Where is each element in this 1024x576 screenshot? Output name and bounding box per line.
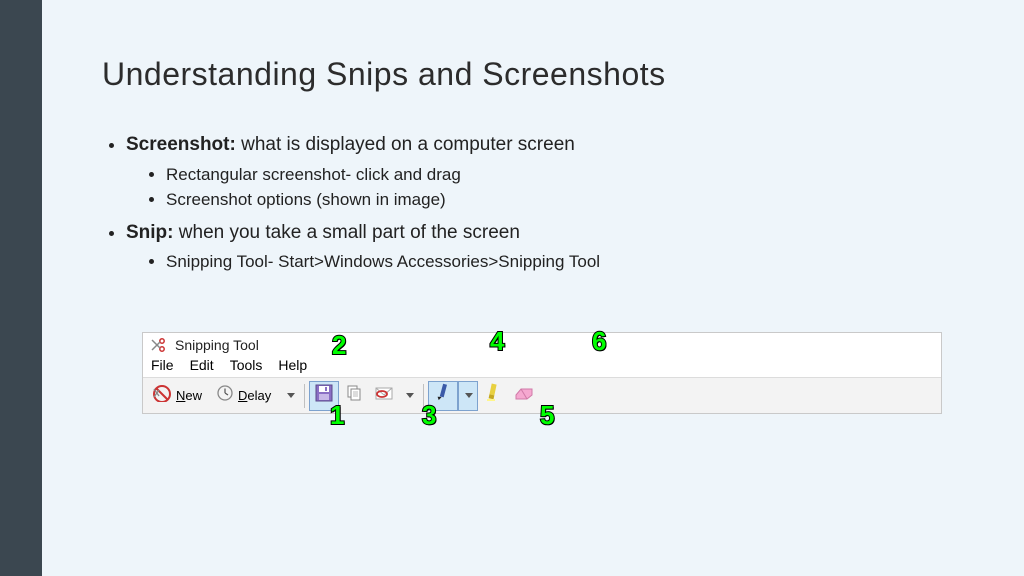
menu-file[interactable]: File <box>151 357 174 373</box>
eraser-icon <box>513 385 535 406</box>
bullet-screenshot: Screenshot: what is displayed on a compu… <box>126 131 964 213</box>
delay-dropdown[interactable] <box>280 381 300 411</box>
toolbar: New Delay <box>143 377 941 413</box>
slide-title: Understanding Snips and Screenshots <box>102 56 964 93</box>
window-titlebar: Snipping Tool <box>143 333 941 355</box>
highlighter-button[interactable] <box>478 381 508 411</box>
send-button[interactable] <box>369 381 399 411</box>
sub-list-screenshot: Rectangular screenshot- click and drag S… <box>126 162 964 213</box>
window-title: Snipping Tool <box>175 337 259 353</box>
chevron-down-icon <box>287 393 295 398</box>
copy-icon <box>345 384 363 407</box>
new-label: New <box>172 388 206 403</box>
text-screenshot: what is displayed on a computer screen <box>236 134 575 155</box>
pen-dropdown[interactable] <box>458 381 478 411</box>
text-snip: when you take a small part of the screen <box>174 222 520 243</box>
sub-list-snip: Snipping Tool- Start>Windows Accessories… <box>126 249 964 275</box>
pen-button[interactable] <box>428 381 458 411</box>
bullet-list: Screenshot: what is displayed on a compu… <box>102 131 964 275</box>
save-button[interactable] <box>309 381 339 411</box>
slide-accent-stripe <box>0 0 42 576</box>
scissors-red-icon <box>152 384 172 407</box>
scissors-icon <box>151 337 169 353</box>
snipping-tool-capture: Snipping Tool File Edit Tools Help <box>142 332 942 414</box>
chevron-down-icon <box>465 393 473 398</box>
snipping-tool-window: Snipping Tool File Edit Tools Help <box>142 332 942 414</box>
menu-help[interactable]: Help <box>278 357 307 373</box>
pen-icon <box>434 383 452 408</box>
send-dropdown[interactable] <box>399 381 419 411</box>
envelope-icon <box>374 385 394 406</box>
floppy-disk-icon <box>314 383 334 408</box>
term-screenshot: Screenshot: <box>126 134 236 155</box>
copy-button[interactable] <box>339 381 369 411</box>
bullet-snip: Snip: when you take a small part of the … <box>126 219 964 275</box>
menu-edit[interactable]: Edit <box>190 357 214 373</box>
new-button[interactable]: New <box>147 381 211 411</box>
delay-label: Delay <box>234 388 275 403</box>
term-snip: Snip: <box>126 222 174 243</box>
toolbar-separator <box>304 384 305 408</box>
sub-item: Snipping Tool- Start>Windows Accessories… <box>166 249 964 275</box>
chevron-down-icon <box>406 393 414 398</box>
highlighter-icon <box>484 383 502 408</box>
clock-icon <box>216 384 234 407</box>
sub-item: Rectangular screenshot- click and drag <box>166 162 964 188</box>
slide-body: Understanding Snips and Screenshots Scre… <box>42 0 1024 576</box>
eraser-button[interactable] <box>508 381 540 411</box>
menu-tools[interactable]: Tools <box>230 357 263 373</box>
delay-button[interactable]: Delay <box>211 381 280 411</box>
toolbar-separator <box>423 384 424 408</box>
menu-bar: File Edit Tools Help <box>143 355 941 377</box>
sub-item: Screenshot options (shown in image) <box>166 187 964 213</box>
